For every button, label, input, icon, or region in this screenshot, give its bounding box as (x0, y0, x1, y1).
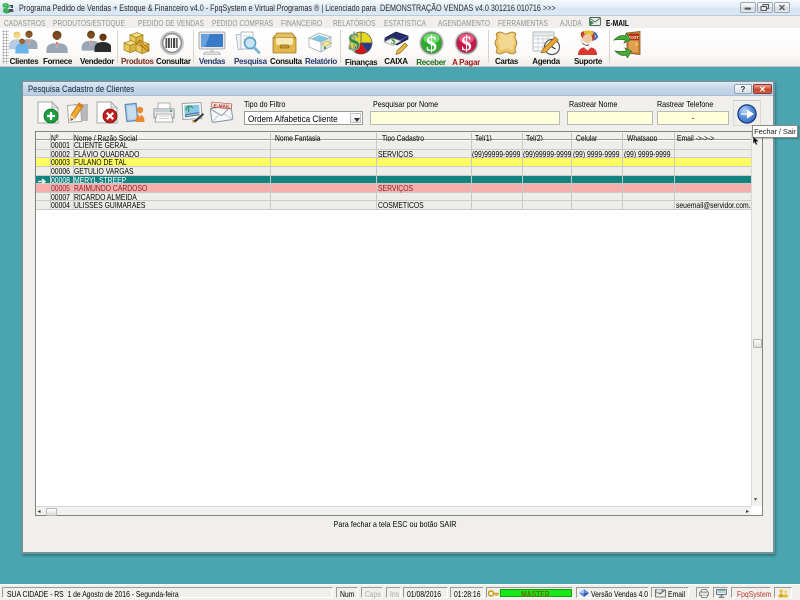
svg-text:$: $ (461, 32, 472, 56)
svg-text:E-MAIL: E-MAIL (214, 103, 231, 110)
svg-text:$: $ (391, 36, 396, 46)
svg-text:$: $ (426, 31, 437, 56)
svg-text:EXIT: EXIT (629, 35, 639, 40)
svg-text:$: $ (348, 30, 360, 56)
